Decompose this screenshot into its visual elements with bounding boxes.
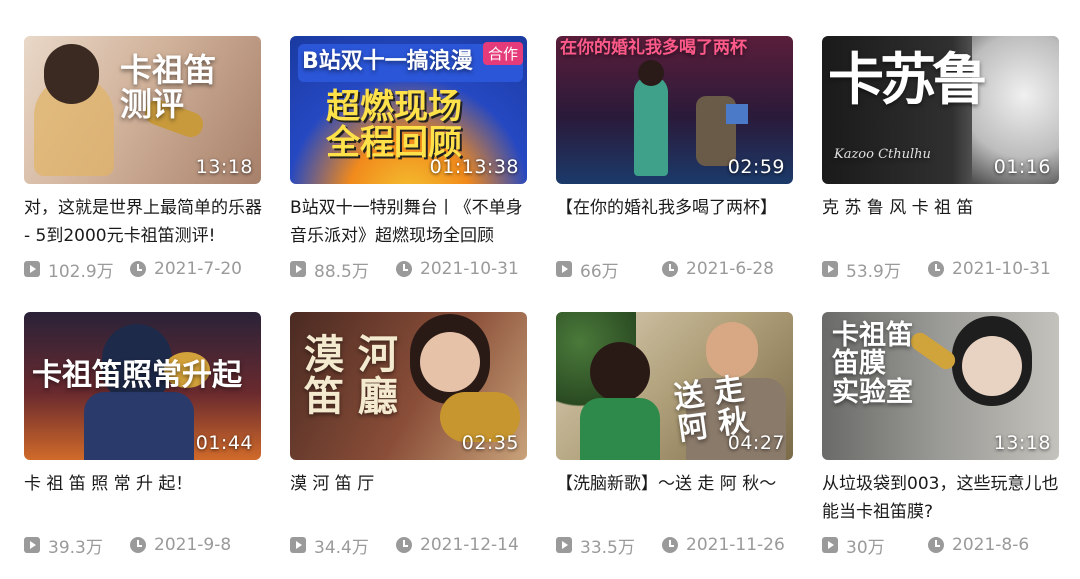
play-count-icon [290, 261, 306, 277]
view-count: 39.3万 [48, 537, 103, 558]
video-stats: 102.9万 2021-7-20 [24, 257, 264, 282]
thumbnail-caption: 卡祖笛照常升起 [32, 358, 242, 393]
video-duration: 01:16 [993, 156, 1051, 178]
video-stats: 88.5万 2021-10-31 [290, 257, 530, 282]
video-title[interactable]: 漠 河 笛 厅 [290, 470, 530, 498]
video-stats: 39.3万 2021-9-8 [24, 533, 264, 558]
collab-badge: 合作 [482, 42, 523, 65]
upload-date: 2021-7-20 [154, 259, 242, 279]
video-title[interactable]: 【在你的婚礼我多喝了两杯】 [556, 194, 796, 222]
video-title[interactable]: 对，这就是世界上最简单的乐器 - 5到2000元卡祖笛测评! [24, 194, 264, 250]
video-thumbnail[interactable]: 卡苏鲁 Kazoo Cthulhu 01:16 [822, 36, 1059, 184]
play-count-icon [822, 537, 838, 553]
play-count-icon [24, 537, 40, 553]
view-count: 66万 [580, 261, 619, 282]
video-stats: 34.4万 2021-12-14 [290, 533, 530, 558]
video-thumbnail[interactable]: 漠 河 笛 廳 02:35 [290, 312, 527, 460]
thumbnail-caption: 卡苏鲁 [828, 48, 988, 113]
thumbnail-subtitle: B站双十一搞浪漫 [302, 49, 473, 74]
video-duration: 13:18 [993, 432, 1051, 454]
play-count-icon [556, 261, 572, 277]
view-count: 102.9万 [48, 261, 114, 282]
video-stats: 30万 2021-8-6 [822, 533, 1062, 558]
video-duration: 01:13:38 [429, 156, 519, 178]
upload-date: 2021-11-26 [686, 535, 785, 555]
view-count: 53.9万 [846, 261, 901, 282]
play-count-icon [290, 537, 306, 553]
upload-date: 2021-10-31 [952, 259, 1051, 279]
video-title[interactable]: 克 苏 鲁 风 卡 祖 笛 [822, 194, 1062, 222]
upload-date: 2021-9-8 [154, 535, 232, 555]
upload-date: 2021-12-14 [420, 535, 519, 555]
video-stats: 66万 2021-6-28 [556, 257, 796, 282]
video-stats: 33.5万 2021-11-26 [556, 533, 796, 558]
thumbnail-caption: 超燃现场 全程回顾 [326, 87, 462, 163]
view-count: 33.5万 [580, 537, 635, 558]
play-count-icon [24, 261, 40, 277]
video-thumbnail[interactable]: 卡祖笛 笛膜 实验室 13:18 [822, 312, 1059, 460]
video-title[interactable]: 【洗脑新歌】～送 走 阿 秋～ [556, 470, 796, 498]
clock-icon [928, 261, 944, 277]
clock-icon [130, 537, 146, 553]
clock-icon [928, 537, 944, 553]
upload-date: 2021-6-28 [686, 259, 774, 279]
view-count: 34.4万 [314, 537, 369, 558]
video-thumbnail[interactable]: 在你的婚礼我多喝了两杯 02:59 [556, 36, 793, 184]
video-thumbnail[interactable]: 卡祖笛 测评 13:18 [24, 36, 261, 184]
thumbnail-caption: 卡祖笛 测评 [120, 51, 217, 123]
clock-icon [130, 261, 146, 277]
video-duration: 02:35 [461, 432, 519, 454]
clock-icon [396, 537, 412, 553]
video-stats: 53.9万 2021-10-31 [822, 257, 1062, 282]
video-duration: 13:18 [195, 156, 253, 178]
upload-date: 2021-8-6 [952, 535, 1030, 555]
thumbnail-subtitle: Kazoo Cthulhu [834, 147, 931, 162]
play-count-icon [556, 537, 572, 553]
view-count: 30万 [846, 537, 885, 558]
thumbnail-caption: 在你的婚礼我多喝了两杯 [560, 38, 747, 58]
video-title[interactable]: 从垃圾袋到003，这些玩意儿也能当卡祖笛膜? [822, 470, 1062, 526]
video-duration: 01:44 [195, 432, 253, 454]
video-thumbnail[interactable]: B站双十一搞浪漫 合作 超燃现场 全程回顾 01:13:38 [290, 36, 527, 184]
thumbnail-caption: 卡祖笛 笛膜 实验室 [832, 320, 913, 408]
thumbnail-caption: 漠 河 笛 廳 [304, 331, 398, 420]
video-thumbnail[interactable]: 卡祖笛照常升起 01:44 [24, 312, 261, 460]
clock-icon [662, 261, 678, 277]
clock-icon [396, 261, 412, 277]
video-title[interactable]: B站双十一特别舞台丨《不单身音乐派对》超燃现场全回顾 [290, 194, 530, 250]
upload-date: 2021-10-31 [420, 259, 519, 279]
video-duration: 02:59 [727, 156, 785, 178]
play-count-icon [822, 261, 838, 277]
clock-icon [662, 537, 678, 553]
view-count: 88.5万 [314, 261, 369, 282]
video-thumbnail[interactable]: 送 走 阿 秋 04:27 [556, 312, 793, 460]
video-duration: 04:27 [727, 432, 785, 454]
video-title[interactable]: 卡 祖 笛 照 常 升 起！ [24, 470, 264, 498]
